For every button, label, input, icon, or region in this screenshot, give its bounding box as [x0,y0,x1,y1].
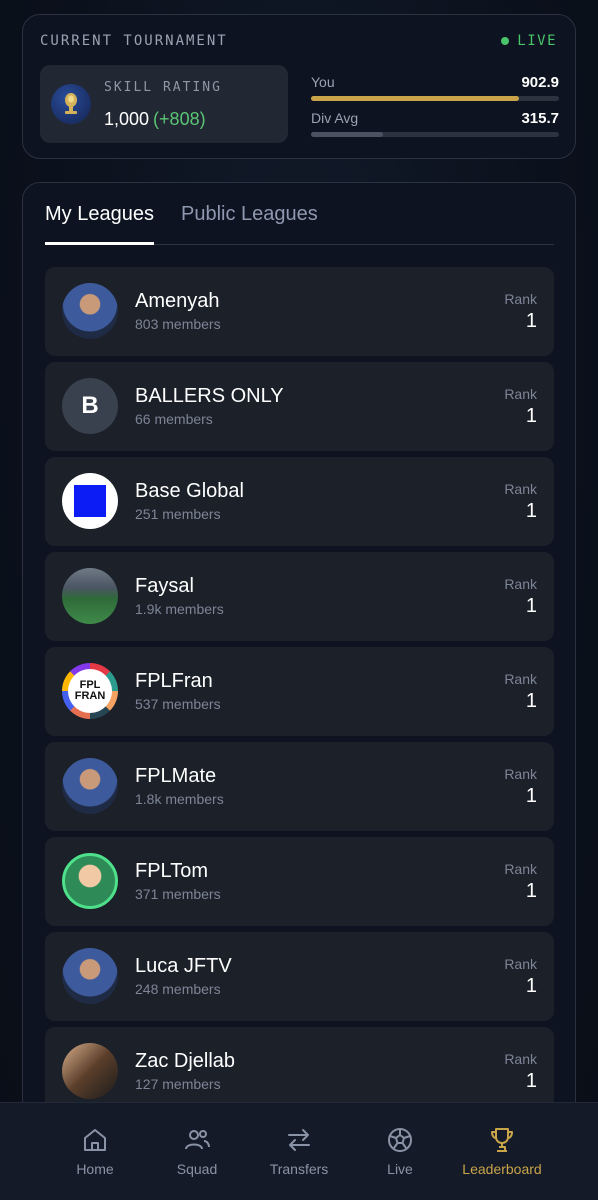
skill-rating-delta: (+808) [153,109,206,129]
league-members: 127 members [135,1076,221,1092]
league-members: 371 members [135,886,221,902]
you-value: 902.9 [521,74,559,91]
rank-value: 1 [525,310,537,332]
league-members: 1.9k members [135,601,224,617]
tab-my-leagues[interactable]: My Leagues [45,203,154,245]
rank-value: 1 [525,405,537,427]
rank-label: Rank [504,671,537,687]
div-avg-value: 315.7 [521,110,559,127]
league-name: Zac Djellab [135,1050,236,1072]
trophy-icon [487,1125,517,1155]
league-avatar [62,473,118,529]
rank-label: Rank [504,576,537,592]
nav-label: Squad [176,1161,218,1177]
nav-live[interactable]: Live [345,1103,455,1200]
fplfran-logo-icon: FPL FRAN [68,669,112,713]
league-item[interactable]: FPL FRAN FPLFran 537 members Rank 1 [45,647,554,736]
nav-label: Home [76,1161,114,1177]
live-status: LIVE [517,33,557,49]
logo-text-line-2: FRAN [74,690,106,702]
rank-label: Rank [504,956,537,972]
league-tabs: My Leagues Public Leagues [45,203,554,245]
rank-value: 1 [525,595,537,617]
tab-public-leagues[interactable]: Public Leagues [181,203,318,240]
rank-value: 1 [525,500,537,522]
league-item[interactable]: B BALLERS ONLY 66 members Rank 1 [45,362,554,451]
rank-value: 1 [525,690,537,712]
avatar-letter: B [81,392,99,419]
league-avatar-photo [62,283,118,339]
you-label: You [311,74,335,90]
tournament-title: CURRENT TOURNAMENT [40,33,228,49]
nav-label: Leaderboard [462,1161,542,1177]
rank-label: Rank [504,861,537,877]
skill-rating-number: 1,000 [104,109,150,129]
rank-value: 1 [525,975,537,997]
rank-value: 1 [525,880,537,902]
nav-home[interactable]: Home [40,1103,150,1200]
nav-label: Live [387,1161,413,1177]
div-avg-progress-track [311,132,559,137]
div-avg-label: Div Avg [311,110,359,126]
league-avatar-photo [62,948,118,1004]
league-name: Amenyah [135,290,220,312]
league-members: 251 members [135,506,221,522]
rank-label: Rank [504,481,537,497]
league-avatar-photo [62,758,118,814]
nav-leaderboard[interactable]: Leaderboard [447,1103,557,1200]
div-avg-progress-fill [311,132,383,137]
nav-squad[interactable]: Squad [142,1103,252,1200]
league-item[interactable]: Faysal 1.9k members Rank 1 [45,552,554,641]
rank-value: 1 [525,1070,537,1092]
nav-transfers[interactable]: Transfers [244,1103,354,1200]
league-avatar-photo [62,853,118,909]
live-ball-icon [385,1125,415,1155]
rank-label: Rank [504,766,537,782]
nav-label: Transfers [269,1161,329,1177]
league-name: Faysal [135,575,194,597]
skill-rating-box: SKILL RATING 1,000 (+808) [40,65,288,143]
league-item[interactable]: Luca JFTV 248 members Rank 1 [45,932,554,1021]
league-members: 248 members [135,981,221,997]
rank-label: Rank [504,291,537,307]
leagues-panel: My Leagues Public Leagues Amenyah 803 mem… [22,182,576,1182]
league-name: Luca JFTV [135,955,232,977]
league-item[interactable]: FPLTom 371 members Rank 1 [45,837,554,926]
live-dot-icon [501,37,510,45]
league-item[interactable]: FPLMate 1.8k members Rank 1 [45,742,554,831]
league-list: Amenyah 803 members Rank 1 B BALLERS ONLY 66 m… [45,267,554,1122]
home-icon [80,1125,110,1155]
league-avatar-photo [62,568,118,624]
league-name: BALLERS ONLY [135,385,284,407]
skill-rating-label: SKILL RATING [104,80,222,95]
league-name: FPLMate [135,765,217,787]
you-progress-track [311,96,559,101]
league-avatar-photo [62,1043,118,1099]
league-name: FPLTom [135,860,208,882]
league-avatar: B [62,378,118,434]
live-indicator: LIVE [501,33,557,49]
you-progress-fill [311,96,520,101]
squad-icon [182,1125,212,1155]
rank-label: Rank [504,1051,537,1067]
skill-rating-value: 1,000 (+808) [104,109,206,130]
league-item[interactable]: Base Global 251 members Rank 1 [45,457,554,546]
league-members: 537 members [135,696,221,712]
league-name: Base Global [135,480,244,502]
league-avatar: FPL FRAN [62,663,118,719]
rank-value: 1 [525,785,537,807]
league-members: 1.8k members [135,791,224,807]
league-name: FPLFran [135,670,213,692]
bottom-navigation: Home Squad Transfers Live Leaderboard [0,1102,598,1200]
tournament-card: CURRENT TOURNAMENT LIVE SKILL RATING 1,0… [22,14,576,159]
base-logo-icon [74,485,106,517]
transfers-icon [284,1125,314,1155]
league-members: 803 members [135,316,221,332]
trophy-badge-icon [51,84,91,124]
rank-label: Rank [504,386,537,402]
league-members: 66 members [135,411,213,427]
league-item[interactable]: Amenyah 803 members Rank 1 [45,267,554,356]
